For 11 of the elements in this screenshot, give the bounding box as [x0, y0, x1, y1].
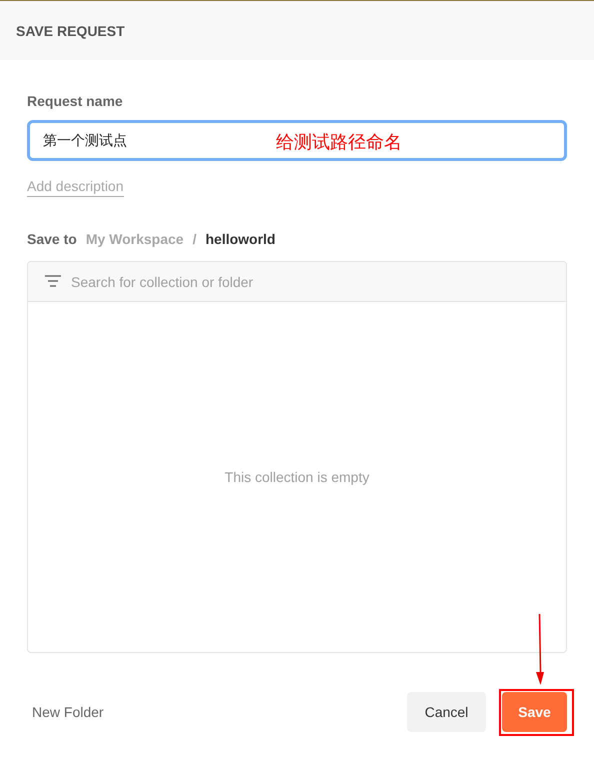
- search-field[interactable]: Search for collection or folder: [28, 262, 566, 301]
- annotation-text: 给测试路径命名: [276, 131, 402, 154]
- save-to-label: Save to: [27, 231, 77, 247]
- empty-message: This collection is empty: [224, 469, 370, 485]
- breadcrumb-current: helloworld: [205, 231, 276, 247]
- breadcrumb-separator: /: [192, 231, 196, 247]
- cancel-button[interactable]: Cancel: [407, 692, 486, 732]
- annotation-arrow: [534, 614, 546, 686]
- field-label: Request name: [27, 93, 124, 109]
- new-folder-button[interactable]: New Folder: [27, 698, 109, 726]
- dialog-title: SAVE REQUEST: [16, 22, 125, 38]
